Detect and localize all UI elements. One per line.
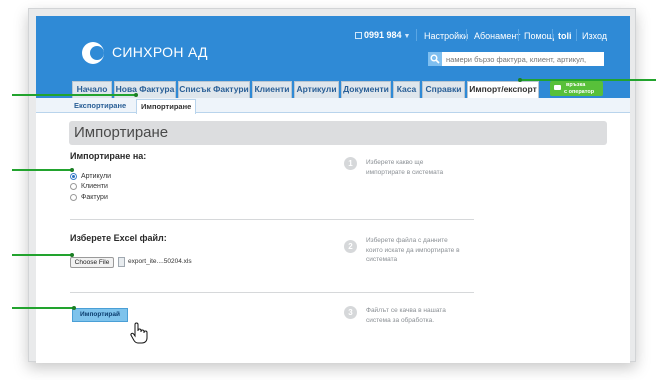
tab-cash[interactable]: Каса [393,81,420,98]
chat-icon [554,85,561,90]
phone-selector[interactable]: 0991 984 ▼ [355,30,410,40]
search-button[interactable] [428,52,442,66]
step-line: Изберете файла с данните [366,237,448,244]
help-link[interactable]: Помощ [524,31,554,41]
screenshot-frame: СИНХРОН АД 0991 984 ▼ Настройки Абонамент… [28,8,636,363]
step-line: които искате да импортирате в [366,246,460,254]
file-title: Изберете Excel файл: [70,233,167,243]
step-description: Файлът се качва в нашата система за обра… [366,306,446,325]
tab-import-export[interactable]: Импорт/експорт [467,81,539,99]
section-divider [70,219,474,220]
search-input[interactable] [442,52,604,66]
step-number: 2 [344,240,357,253]
settings-link[interactable]: Настройки [424,31,468,41]
step-description: Изберете файла с данните които искате да… [366,236,460,265]
logout-link[interactable]: Изход [582,31,607,41]
brand-name: СИНХРОН АД [112,44,208,60]
divider [518,29,519,41]
page-title: Импортиране [69,121,607,145]
user-name[interactable]: toli [558,31,572,41]
radio-button[interactable] [70,183,77,190]
radio-label: Фактури [81,194,108,201]
step-line: система за обработка. [366,316,435,324]
phone-icon [355,32,362,39]
chat-label-line2: с оператор [564,89,595,95]
file-name: export_ite....50204.xls [128,258,192,265]
chevron-down-icon: ▼ [403,33,411,40]
file-icon [118,257,125,267]
phone-number: 0991 984 [364,30,402,40]
subscription-link[interactable]: Абонамент [474,31,520,41]
logo-icon [82,42,104,64]
chat-operator-button[interactable]: връзка с оператор [550,81,603,96]
callout-line [12,307,74,309]
divider [466,29,467,41]
step-number: 3 [344,306,357,319]
chat-label-line1: връзка [566,82,586,88]
callout-dot [518,78,522,82]
tab-reports[interactable]: Справки [422,81,465,98]
step-line: системата [366,256,398,263]
callout-dot [134,93,138,97]
app-window: СИНХРОН АД 0991 984 ▼ Настройки Абонамент… [36,16,630,363]
tab-documents[interactable]: Документи [341,81,391,98]
radio-button[interactable] [70,194,77,201]
search-icon [430,54,440,64]
callout-line [520,79,656,81]
step-number: 1 [344,157,357,170]
step-line: Файлът се качва в нашата [366,307,446,314]
import-button[interactable]: Импортирай [72,308,128,322]
step-line: импортирате в системата [366,168,444,176]
callout-dot [70,168,74,172]
step-line: Изберете какво ще [366,159,424,166]
divider [576,29,577,41]
callout-line [12,169,72,171]
subtab-import[interactable]: Импортиране [136,99,197,114]
divider [416,29,417,41]
tab-invoice-list[interactable]: Списък Фактури [178,81,250,98]
callout-line [12,254,72,256]
tab-clients[interactable]: Клиенти [252,81,292,98]
callout-dot [72,306,76,310]
callout-dot [70,253,74,257]
choose-file-button[interactable]: Choose File [70,257,114,268]
radio-label: Артикули [81,173,112,180]
step-description: Изберете какво ще импортирате в системат… [366,158,443,177]
import-on-title: Импортиране на: [70,151,147,161]
section-divider [70,292,474,293]
hand-cursor-icon [130,322,148,344]
callout-line [12,94,136,96]
subtab-export[interactable]: Експортиране [74,99,126,113]
divider [552,29,553,41]
tab-articles[interactable]: Артикули [294,81,339,98]
radio-button-checked[interactable] [70,173,77,180]
radio-label: Клиенти [81,183,108,190]
